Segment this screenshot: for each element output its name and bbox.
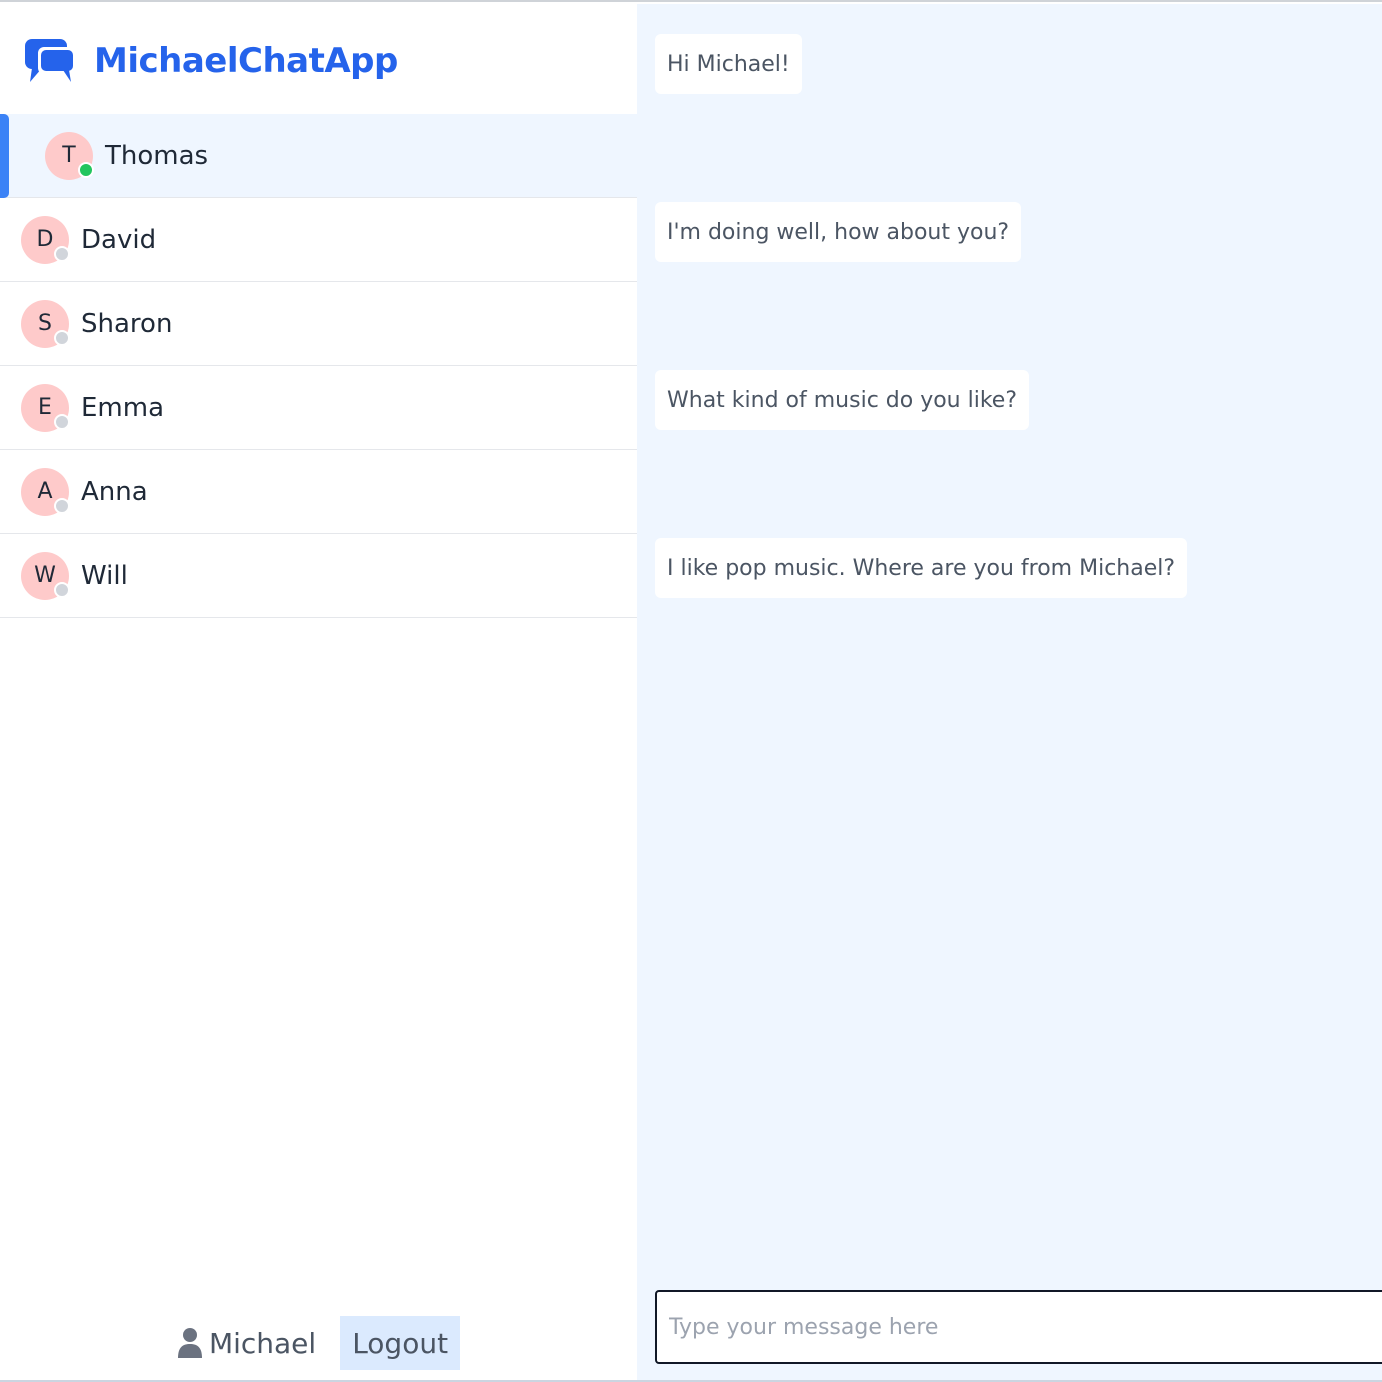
avatar-initial: D <box>36 227 54 252</box>
contact-name: Emma <box>81 392 165 423</box>
user-icon <box>177 1328 202 1358</box>
offline-status-indicator <box>54 413 70 430</box>
app-title: MichaelChatApp <box>94 41 398 81</box>
avatar-initial: A <box>37 479 53 504</box>
brand: MichaelChatApp <box>24 34 398 88</box>
avatar: S <box>21 299 70 348</box>
message-bubble: Hi Michael! <box>655 34 802 94</box>
sidebar: MichaelChatApp T Thomas D David S Sharon <box>0 4 637 1382</box>
offline-status-indicator <box>54 245 70 262</box>
contact-item-emma[interactable]: E Emma <box>0 366 637 450</box>
contact-item-anna[interactable]: A Anna <box>0 450 637 534</box>
contact-item-thomas[interactable]: T Thomas <box>0 114 637 198</box>
contact-item-david[interactable]: D David <box>0 198 637 282</box>
avatar-initial: W <box>34 563 56 588</box>
avatar-initial: S <box>38 311 52 336</box>
logout-button[interactable]: Logout <box>340 1316 461 1370</box>
message-composer <box>655 1290 1382 1364</box>
avatar: T <box>45 131 94 180</box>
offline-status-indicator <box>54 581 70 598</box>
current-user-name: Michael <box>208 1326 317 1360</box>
avatar: E <box>21 383 70 432</box>
avatar: W <box>21 551 70 600</box>
contact-item-will[interactable]: W Will <box>0 534 637 618</box>
current-user-bar: Michael Logout <box>0 1316 637 1370</box>
offline-status-indicator <box>54 497 70 514</box>
message-bubble: What kind of music do you like? <box>655 370 1030 430</box>
message-bubble: I like pop music. Where are you from Mic… <box>655 538 1188 598</box>
contact-name: David <box>81 224 157 255</box>
avatar: D <box>21 215 70 264</box>
chat-panel: Hi Michael! I'm doing well, how about yo… <box>637 4 1382 1382</box>
contact-item-sharon[interactable]: S Sharon <box>0 282 637 366</box>
chat-bubbles-icon <box>25 39 76 82</box>
message-bubble: I'm doing well, how about you? <box>655 202 1022 262</box>
offline-status-indicator <box>54 329 70 346</box>
message-input[interactable] <box>657 1292 1382 1362</box>
online-status-indicator <box>78 161 94 178</box>
contact-name: Thomas <box>105 140 209 171</box>
contact-name: Will <box>81 560 128 591</box>
avatar-initial: E <box>38 395 52 420</box>
avatar: A <box>21 467 70 516</box>
avatar-initial: T <box>62 143 76 168</box>
contact-name: Sharon <box>81 308 173 339</box>
contact-list: T Thomas D David S Sharon E Emma A Anna … <box>0 114 637 618</box>
contact-name: Anna <box>81 476 148 507</box>
